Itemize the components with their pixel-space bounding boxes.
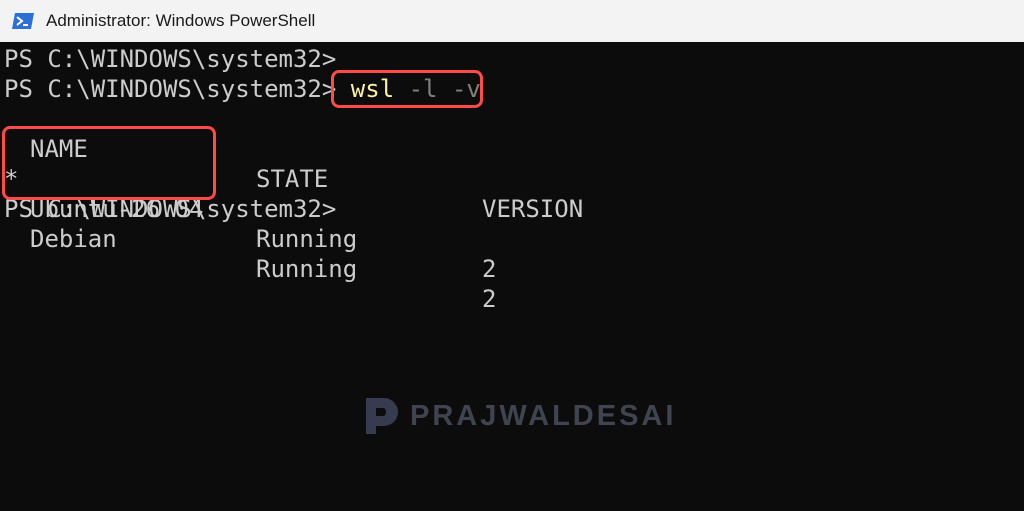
console-output[interactable]: PS C:\WINDOWS\system32> PS C:\WINDOWS\sy…: [0, 42, 1024, 511]
distro-name: Debian: [30, 225, 117, 253]
prompt-line: PS C:\WINDOWS\system32>: [4, 44, 336, 74]
prompt: PS C:\WINDOWS\system32>: [4, 45, 337, 73]
distro-version: 2: [482, 285, 497, 313]
distro-state: Running: [256, 255, 358, 283]
distro-version: 2: [482, 255, 497, 283]
window-title: Administrator: Windows PowerShell: [46, 11, 316, 30]
watermark: PRAJWALDESAI: [362, 396, 676, 436]
distro-names-highlight-box: [2, 126, 216, 200]
distro-state: Running: [256, 225, 358, 253]
header-version: VERSION: [482, 195, 584, 223]
powershell-icon: [12, 13, 34, 29]
watermark-text: PRAJWALDESAI: [410, 399, 677, 432]
p-logo-icon: [362, 396, 400, 436]
title-bar[interactable]: Administrator: Windows PowerShell: [0, 0, 1024, 43]
powershell-window: Administrator: Windows PowerShell PS C:\…: [0, 0, 1024, 511]
command-highlight-box: [331, 70, 483, 108]
prompt: PS C:\WINDOWS\system32>: [4, 75, 337, 103]
